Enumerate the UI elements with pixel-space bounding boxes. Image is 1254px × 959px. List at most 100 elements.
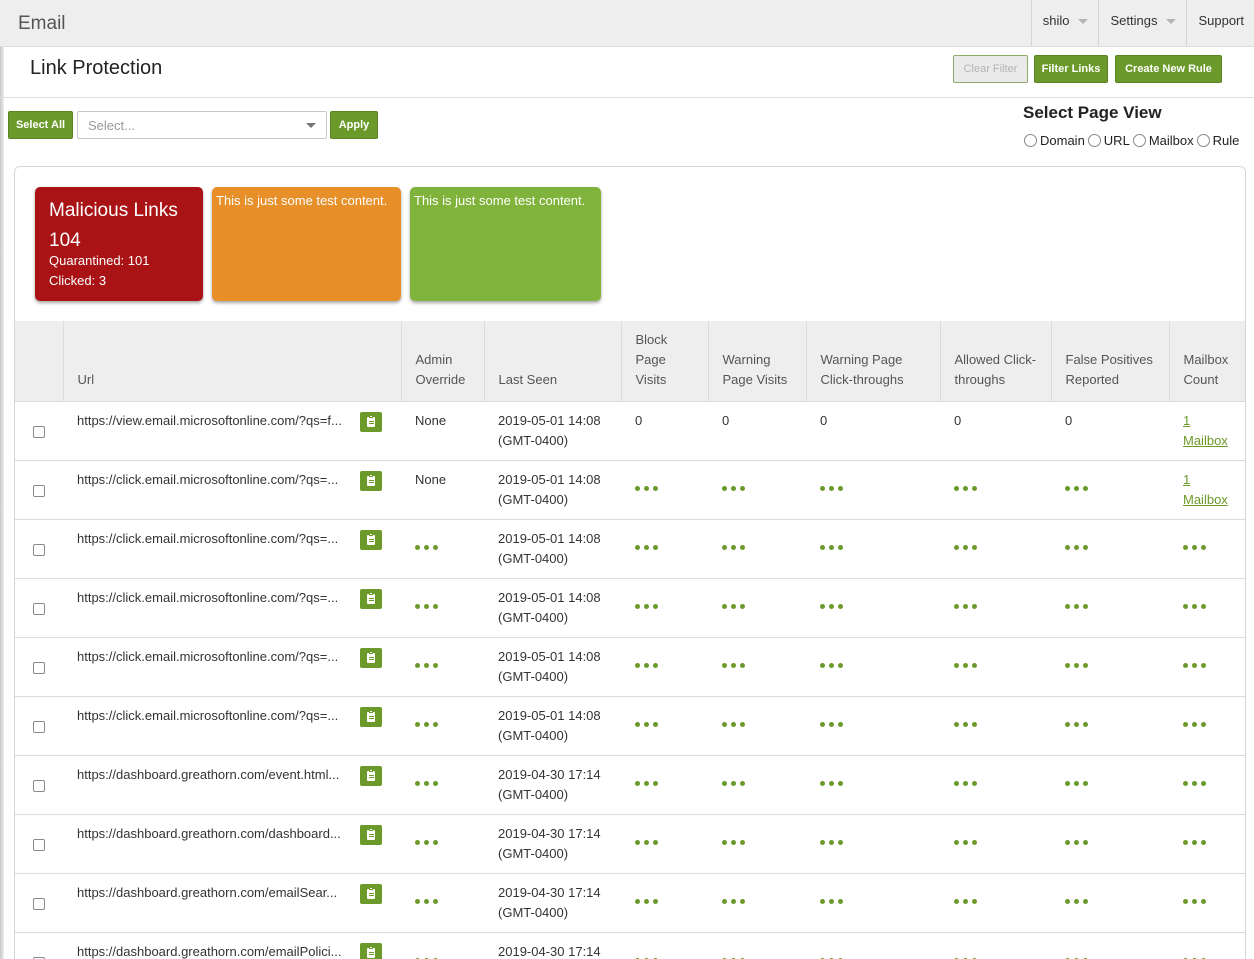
warning-page-visits-cell	[708, 755, 806, 815]
url-text[interactable]: https://dashboard.greathorn.com/event.ht…	[77, 765, 357, 785]
row-checkbox[interactable]	[33, 602, 45, 615]
header-block-page-visits[interactable]: Block Page Visits	[621, 321, 709, 402]
radio-url[interactable]: URL	[1087, 133, 1130, 148]
copy-clipboard-icon[interactable]	[360, 942, 382, 959]
caret-down-icon	[1166, 19, 1177, 24]
radio-mailbox[interactable]: Mailbox	[1132, 133, 1194, 148]
last-seen-timezone: (GMT-0400)	[498, 845, 569, 861]
false-positives-cell	[1051, 755, 1169, 815]
url-text[interactable]: https://dashboard.greathorn.com/emailPol…	[77, 942, 357, 959]
mailbox-count-link[interactable]: 1 Mailbox	[1183, 413, 1228, 448]
settings-menu[interactable]: Settings	[1098, 0, 1186, 46]
header-false-positives[interactable]: False Positives Reported	[1051, 321, 1170, 402]
app-title: Email	[18, 13, 66, 34]
header-mailbox-count[interactable]: Mailbox Count	[1169, 321, 1245, 402]
warning-click-throughs-cell: 0	[806, 401, 940, 461]
header-warning-click-throughs[interactable]: Warning Page Click-throughs	[806, 321, 941, 402]
copy-clipboard-icon[interactable]	[360, 529, 382, 550]
url-text[interactable]: https://click.email.microsoftonline.com/…	[77, 647, 357, 667]
table-row[interactable]: https://click.email.microsoftonline.com/…	[15, 519, 1245, 579]
loading-dots-icon	[820, 536, 847, 556]
allowed-click-throughs-cell	[940, 696, 1051, 756]
copy-clipboard-icon[interactable]	[360, 470, 382, 491]
table-row[interactable]: https://click.email.microsoftonline.com/…	[15, 578, 1245, 638]
header-warning-page-visits[interactable]: Warning Page Visits	[708, 321, 807, 402]
row-checkbox[interactable]	[33, 543, 45, 556]
select-all-button[interactable]: Select All	[8, 111, 73, 139]
user-menu[interactable]: shilo	[1030, 0, 1099, 46]
radio-button[interactable]	[1196, 134, 1210, 147]
table-row[interactable]: https://click.email.microsoftonline.com/…	[15, 637, 1245, 697]
warning-click-throughs-cell	[806, 696, 940, 756]
radio-button[interactable]	[1087, 134, 1101, 147]
row-checkbox[interactable]	[33, 897, 45, 910]
loading-dots-icon	[415, 949, 442, 959]
header-url[interactable]: Url	[63, 321, 402, 402]
url-text[interactable]: https://view.email.microsoftonline.com/?…	[77, 411, 357, 431]
create-new-rule-button[interactable]: Create New Rule	[1115, 55, 1222, 83]
loading-dots-icon	[722, 831, 749, 851]
table-row[interactable]: https://dashboard.greathorn.com/emailPol…	[15, 932, 1245, 959]
table-row[interactable]: https://dashboard.greathorn.com/dashboar…	[15, 814, 1245, 874]
allowed-click-throughs-cell	[940, 637, 1051, 697]
test-content-card-green[interactable]: This is just some test content.	[410, 187, 601, 301]
table-row[interactable]: https://click.email.microsoftonline.com/…	[15, 460, 1245, 520]
loading-dots-icon	[820, 654, 847, 674]
copy-clipboard-icon[interactable]	[360, 706, 382, 727]
loading-dots-icon	[1183, 713, 1210, 733]
url-text[interactable]: https://dashboard.greathorn.com/dashboar…	[77, 824, 357, 844]
url-text[interactable]: https://click.email.microsoftonline.com/…	[77, 529, 357, 549]
malicious-links-card[interactable]: Malicious Links 104 Quarantined: 101 Cli…	[35, 187, 203, 301]
loading-dots-icon	[415, 713, 442, 733]
table-row[interactable]: https://dashboard.greathorn.com/event.ht…	[15, 755, 1245, 815]
row-select-cell	[15, 519, 63, 579]
loading-dots-icon	[415, 654, 442, 674]
row-checkbox[interactable]	[33, 779, 45, 792]
false-positives-cell	[1051, 932, 1169, 959]
block-page-visits-cell	[621, 460, 708, 520]
mailbox-count-cell: 1 Mailbox	[1169, 401, 1245, 461]
loading-dots-icon	[1183, 772, 1210, 792]
last-seen-timezone: (GMT-0400)	[498, 550, 569, 566]
allowed-click-throughs-cell	[940, 814, 1051, 874]
links-table: Url Admin Override Last Seen Block Page …	[15, 321, 1245, 959]
url-text[interactable]: https://dashboard.greathorn.com/emailSea…	[77, 883, 357, 903]
table-header-row: Url Admin Override Last Seen Block Page …	[15, 321, 1245, 402]
clear-filter-button[interactable]: Clear Filter	[953, 55, 1028, 83]
filter-links-button[interactable]: Filter Links	[1034, 55, 1108, 83]
header-allowed-click-throughs[interactable]: Allowed Click-throughs	[940, 321, 1052, 402]
test-content-card-orange[interactable]: This is just some test content.	[212, 187, 401, 301]
radio-button[interactable]	[1024, 134, 1037, 147]
header-admin-override[interactable]: Admin Override	[401, 321, 485, 402]
row-checkbox[interactable]	[33, 720, 45, 733]
header-last-seen[interactable]: Last Seen	[484, 321, 622, 402]
copy-clipboard-icon[interactable]	[360, 824, 382, 845]
loading-dots-icon	[820, 477, 847, 497]
radio-domain[interactable]: Domain	[1024, 133, 1085, 148]
row-checkbox[interactable]	[33, 838, 45, 851]
url-text[interactable]: https://click.email.microsoftonline.com/…	[77, 470, 357, 490]
row-checkbox[interactable]	[33, 484, 45, 497]
table-row[interactable]: https://dashboard.greathorn.com/emailSea…	[15, 873, 1245, 933]
apply-button[interactable]: Apply	[330, 111, 378, 139]
radio-button[interactable]	[1132, 134, 1146, 147]
support-link[interactable]: Support	[1186, 0, 1254, 46]
table-row[interactable]: https://view.email.microsoftonline.com/?…	[15, 401, 1245, 461]
copy-clipboard-icon[interactable]	[360, 588, 382, 609]
copy-clipboard-icon[interactable]	[360, 765, 382, 786]
table-row[interactable]: https://click.email.microsoftonline.com/…	[15, 696, 1245, 756]
row-checkbox[interactable]	[33, 425, 45, 438]
radio-rule[interactable]: Rule	[1196, 133, 1239, 148]
mailbox-count-cell	[1169, 519, 1245, 579]
copy-clipboard-icon[interactable]	[360, 883, 382, 904]
copy-clipboard-icon[interactable]	[360, 647, 382, 668]
copy-clipboard-icon[interactable]	[360, 411, 382, 432]
url-text[interactable]: https://click.email.microsoftonline.com/…	[77, 588, 357, 608]
url-text[interactable]: https://click.email.microsoftonline.com/…	[77, 706, 357, 726]
loading-dots-icon	[954, 536, 981, 556]
bulk-action-select[interactable]: Select...	[77, 111, 327, 139]
mailbox-count-link[interactable]: 1 Mailbox	[1183, 472, 1228, 507]
row-checkbox[interactable]	[33, 661, 45, 674]
header-select	[15, 321, 64, 402]
last-seen-date: 2019-05-01 14:08	[498, 589, 601, 605]
